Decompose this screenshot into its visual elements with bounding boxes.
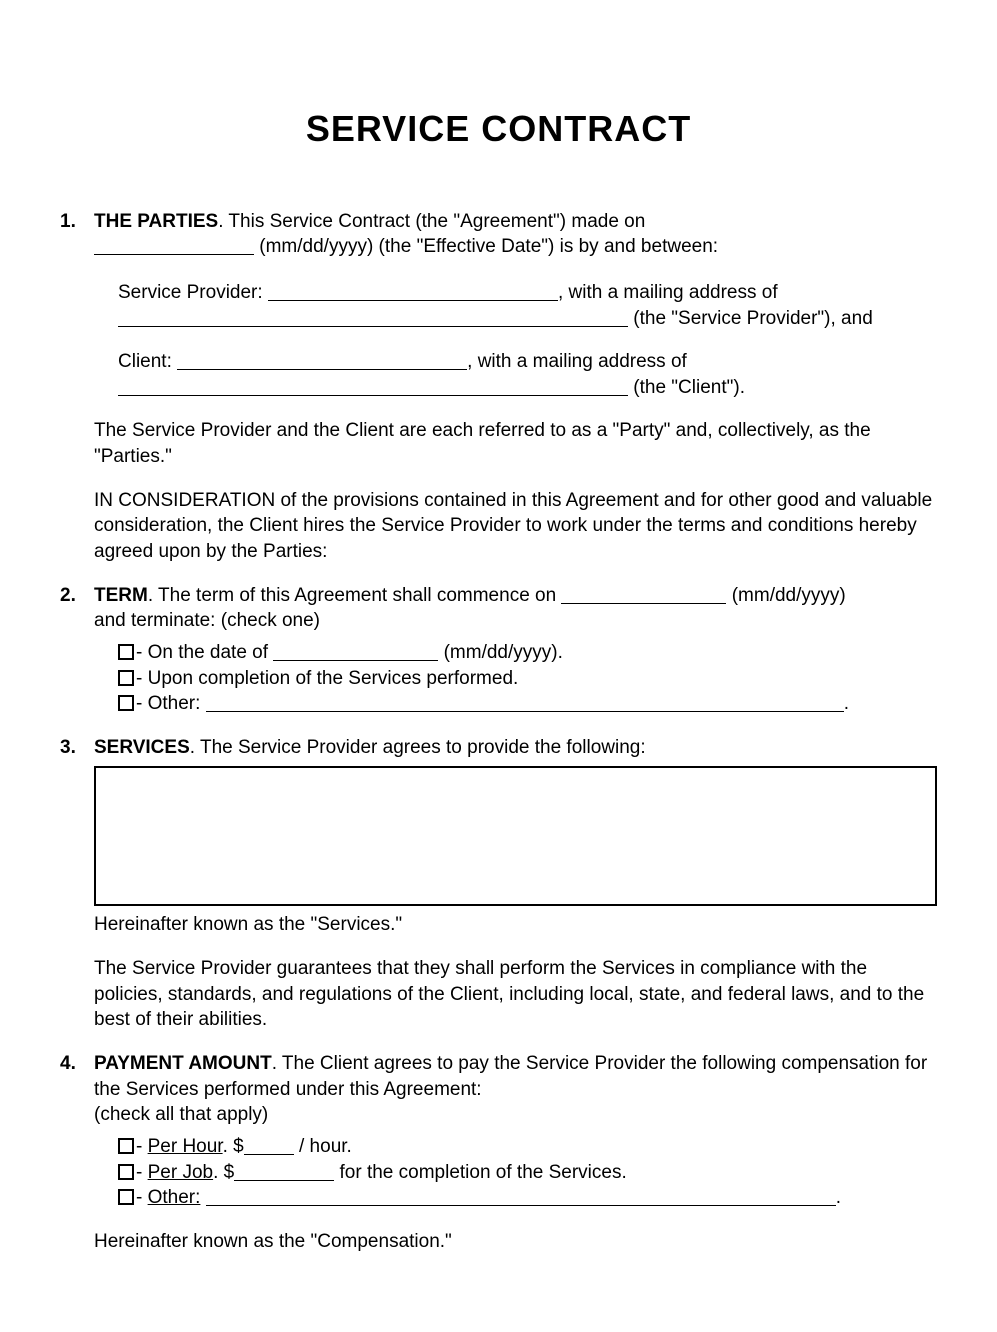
compensation-hereinafter: Hereinafter known as the "Compensation." — [94, 1229, 937, 1255]
section-number: 2. — [60, 583, 94, 634]
section-term: 2. TERM. The term of this Agreement shal… — [60, 583, 937, 634]
text: (mm/dd/yyyy) — [726, 585, 845, 606]
payment-option-hour: - Per Hour. $ / hour. — [118, 1134, 937, 1160]
checkbox[interactable] — [118, 644, 134, 660]
service-provider-block: Service Provider: , with a mailing addre… — [118, 280, 937, 331]
text: for the completion of the Services. — [334, 1162, 627, 1183]
text: (mm/dd/yyyy). — [438, 642, 563, 663]
label-per-hour: Per Hour — [148, 1136, 223, 1157]
section-payment: 4. PAYMENT AMOUNT. The Client agrees to … — [60, 1051, 937, 1128]
text: . This Service Contract (the "Agreement"… — [218, 211, 645, 232]
section-heading: PAYMENT AMOUNT — [94, 1053, 272, 1074]
blank-sp-name[interactable] — [268, 300, 558, 301]
text: . — [836, 1187, 841, 1208]
payment-option-job: - Per Job. $ for the completion of the S… — [118, 1160, 937, 1186]
section-number: 3. — [60, 735, 94, 761]
text: . $ — [223, 1136, 244, 1157]
label-other: Other: — [148, 1187, 201, 1208]
blank-payment-other[interactable] — [206, 1205, 836, 1206]
term-option-date: - On the date of (mm/dd/yyyy). — [118, 640, 937, 666]
section-number: 4. — [60, 1051, 94, 1128]
blank-date[interactable] — [94, 254, 254, 255]
blank-hourly-rate[interactable] — [244, 1154, 294, 1155]
section-parties: 1. THE PARTIES. This Service Contract (t… — [60, 209, 937, 260]
payment-option-other: - Other: . — [118, 1185, 937, 1211]
checkbox[interactable] — [118, 695, 134, 711]
text: (check all that apply) — [94, 1104, 268, 1125]
label-per-job: Per Job — [148, 1162, 213, 1183]
text: , with a mailing address of — [558, 282, 778, 303]
text: , with a mailing address of — [467, 351, 687, 372]
section-heading: TERM — [94, 585, 148, 606]
blank-start-date[interactable] — [561, 603, 726, 604]
blank-job-rate[interactable] — [234, 1180, 334, 1181]
text: . The term of this Agreement shall comme… — [148, 585, 562, 606]
document-title: SERVICE CONTRACT — [60, 105, 937, 154]
services-description-box[interactable] — [94, 766, 937, 906]
checkbox[interactable] — [118, 1189, 134, 1205]
label-service-provider: Service Provider: — [118, 282, 268, 303]
checkbox[interactable] — [118, 1138, 134, 1154]
term-option-completion: - Upon completion of the Services perfor… — [118, 666, 937, 692]
client-block: Client: , with a mailing address of (the… — [118, 349, 937, 400]
label-client: Client: — [118, 351, 177, 372]
text: (the "Service Provider"), and — [628, 308, 873, 329]
checkbox[interactable] — [118, 1164, 134, 1180]
party-definition: The Service Provider and the Client are … — [94, 418, 937, 469]
text: - Upon completion of the Services perfor… — [136, 668, 518, 689]
section-heading: SERVICES — [94, 737, 190, 758]
term-option-other: - Other: . — [118, 691, 937, 717]
text: . $ — [213, 1162, 234, 1183]
section-heading: THE PARTIES — [94, 211, 218, 232]
blank-client-address[interactable] — [118, 395, 628, 396]
checkbox[interactable] — [118, 670, 134, 686]
text: - Other: — [136, 693, 206, 714]
text: and terminate: (check one) — [94, 610, 320, 631]
text: / hour. — [294, 1136, 352, 1157]
text: - On the date of — [136, 642, 273, 663]
services-guarantee: The Service Provider guarantees that the… — [94, 956, 937, 1033]
blank-end-date[interactable] — [273, 660, 438, 661]
text: (mm/dd/yyyy) (the "Effective Date") is b… — [254, 236, 718, 257]
services-hereinafter: Hereinafter known as the "Services." — [94, 912, 937, 938]
text: (the "Client"). — [628, 377, 745, 398]
consideration-clause: IN CONSIDERATION of the provisions conta… — [94, 488, 937, 565]
section-services: 3. SERVICES. The Service Provider agrees… — [60, 735, 937, 761]
section-number: 1. — [60, 209, 94, 260]
text: . The Service Provider agrees to provide… — [190, 737, 646, 758]
blank-term-other[interactable] — [206, 711, 844, 712]
text: . — [844, 693, 849, 714]
blank-client-name[interactable] — [177, 369, 467, 370]
text: - — [136, 1187, 148, 1208]
blank-sp-address[interactable] — [118, 326, 628, 327]
text: - — [136, 1162, 148, 1183]
text: - — [136, 1136, 148, 1157]
